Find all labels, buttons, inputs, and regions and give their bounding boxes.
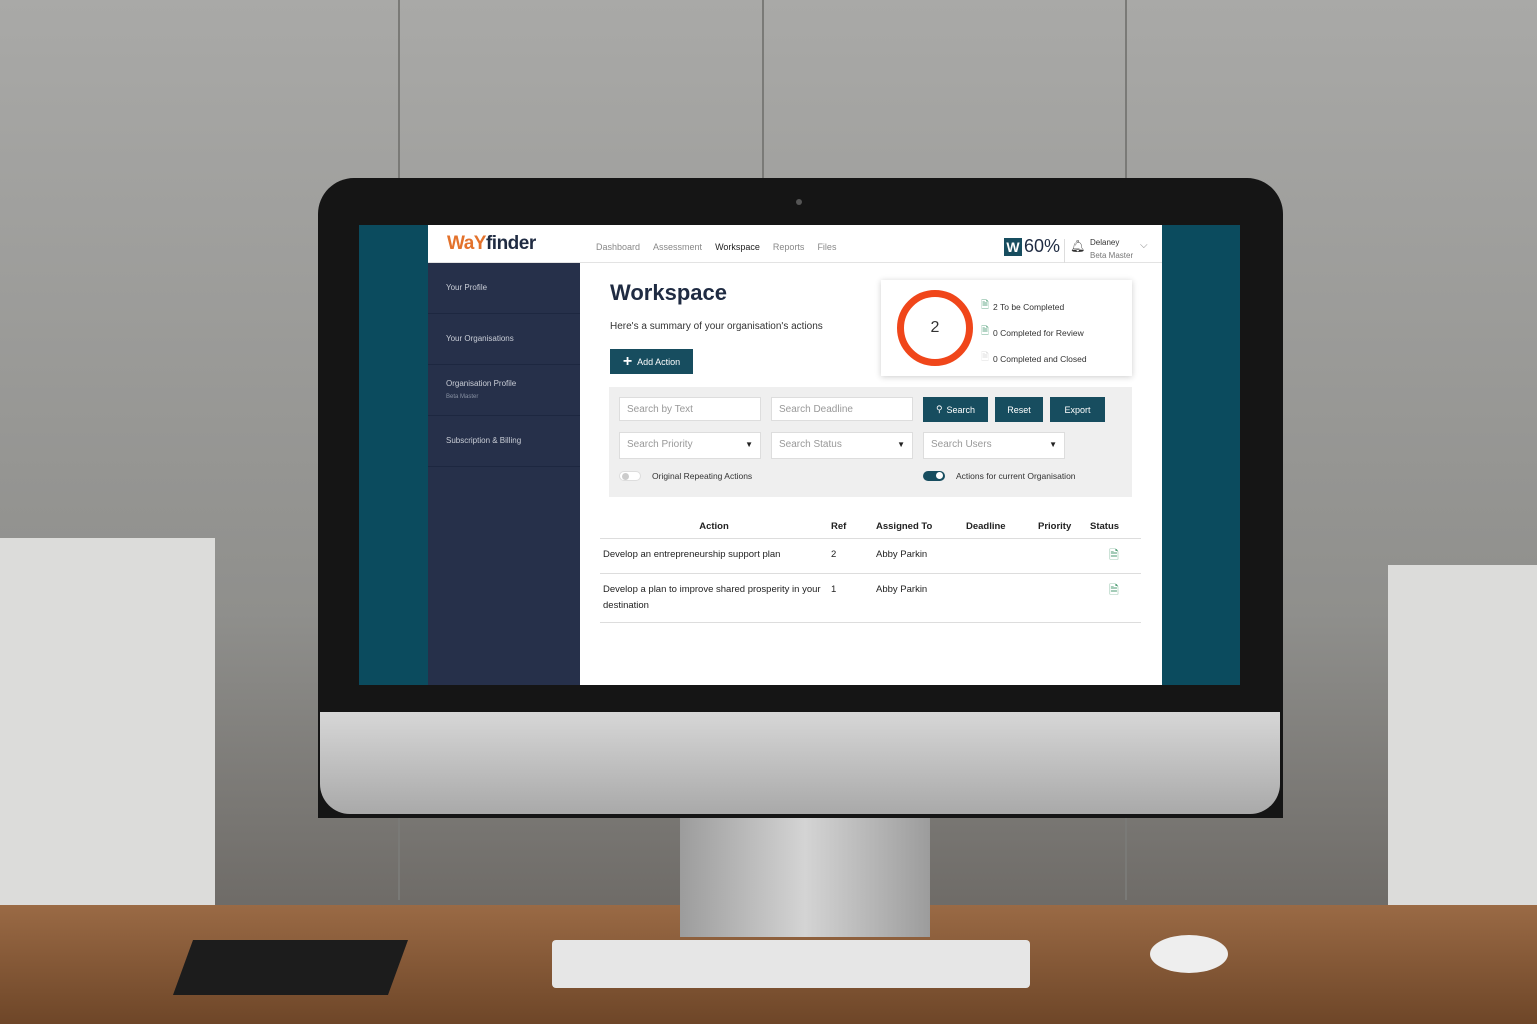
cell-ref: 2 (828, 538, 873, 574)
sidebar-item-profile[interactable]: Your Profile (428, 263, 580, 314)
sidebar-item-label: Your Profile (446, 283, 488, 292)
actions-table: Action Ref Assigned To Deadline Priority… (600, 515, 1141, 623)
toggle-label: Original Repeating Actions (652, 471, 753, 481)
stat-completed-closed: 🗎 0 Completed and Closed (981, 350, 1087, 367)
col-deadline[interactable]: Deadline (963, 515, 1035, 539)
button-label: Search (946, 404, 976, 415)
plus-icon: + (622, 352, 633, 370)
sidebar-item-billing[interactable]: Subscription & Billing (428, 416, 580, 467)
badge-logo: W (1004, 237, 1022, 256)
chevron-down-icon[interactable]: ⌵ (1140, 240, 1148, 251)
stat-to-be-completed: 🗎 2 To be Completed (981, 298, 1064, 315)
bell-icon[interactable]: 🔔︎ (1064, 239, 1085, 263)
status-select[interactable]: Search Status (771, 432, 913, 459)
col-action[interactable]: Action (600, 515, 828, 539)
export-button[interactable]: Export (1050, 397, 1105, 422)
priority-select[interactable]: Search Priority (619, 432, 761, 459)
cell-status: 🗎 (1087, 573, 1141, 623)
col-priority[interactable]: Priority (1035, 515, 1087, 539)
sidebar-item-sub: Beta Master (446, 394, 479, 400)
user-menu[interactable]: Delaney Beta Master (1090, 236, 1133, 262)
nav-files[interactable]: Files (817, 242, 836, 252)
search-deadline-input[interactable]: Search Deadline (771, 397, 913, 421)
nav-dashboard[interactable]: Dashboard (596, 242, 640, 252)
search-button[interactable]: ⚲ Search (923, 397, 988, 422)
page-subtitle: Here's a summary of your organisation's … (610, 321, 823, 332)
button-label: Add Action (637, 356, 681, 367)
cell-assigned: Abby Parkin (873, 538, 963, 574)
document-check-icon: 🗎 (981, 352, 990, 363)
col-assigned[interactable]: Assigned To (873, 515, 963, 539)
user-role: Beta Master (1090, 251, 1134, 260)
file-box (1388, 565, 1537, 940)
cell-deadline (963, 538, 1035, 574)
camera-icon (796, 199, 802, 205)
search-text-input[interactable]: Search by Text (619, 397, 761, 421)
current-organisation-toggle[interactable] (923, 471, 945, 481)
users-select[interactable]: Search Users (923, 432, 1065, 459)
table-row[interactable]: Develop a plan to improve shared prosper… (600, 573, 1141, 623)
stat-label: 0 Completed and Closed (993, 353, 1087, 364)
user-name: Delaney (1090, 238, 1120, 247)
add-action-button[interactable]: + Add Action (610, 349, 693, 374)
score-value: 60% (1024, 236, 1061, 256)
count-ring: 2 (897, 290, 973, 366)
monitor-chin (320, 712, 1280, 814)
nav-reports[interactable]: Reports (773, 242, 805, 252)
cell-assigned: Abby Parkin (873, 573, 963, 623)
main-nav: Dashboard Assessment Workspace Reports F… (596, 242, 836, 252)
to-be-completed-icon[interactable]: 🗎 (1109, 548, 1119, 562)
document-clock-icon: 🗎 (981, 326, 990, 337)
cell-action: Develop a plan to improve shared prosper… (600, 573, 828, 623)
cell-priority (1035, 573, 1087, 623)
page-title: Workspace (610, 280, 727, 305)
table-row[interactable]: Develop an entrepreneurship support plan… (600, 538, 1141, 574)
cell-priority (1035, 538, 1087, 574)
stat-label: 0 Completed for Review (993, 327, 1084, 338)
top-header: WaYfinder Dashboard Assessment Workspace… (428, 225, 1162, 263)
table-header: Action Ref Assigned To Deadline Priority… (600, 515, 1141, 539)
document-bell-icon: 🗎 (981, 300, 990, 311)
stat-completed-review: 🗎 0 Completed for Review (981, 324, 1084, 341)
app-window: WaYfinder Dashboard Assessment Workspace… (428, 225, 1162, 685)
toggle-label: Actions for current Organisation (956, 471, 1076, 481)
nav-workspace[interactable]: Workspace (715, 242, 760, 252)
sidebar: Your Profile Your Organisations Organisa… (428, 263, 580, 685)
sidebar-item-label: Subscription & Billing (446, 436, 522, 445)
file-box (0, 538, 215, 940)
logo[interactable]: WaYfinder (447, 233, 536, 255)
toggle-knob (622, 473, 629, 480)
cell-action: Develop an entrepreneurship support plan (600, 538, 828, 574)
to-be-completed-icon[interactable]: 🗎 (1109, 583, 1119, 597)
logo-text: WaY (447, 233, 486, 254)
nav-assessment[interactable]: Assessment (653, 242, 702, 252)
mouse (1150, 935, 1228, 973)
sidebar-item-organisations[interactable]: Your Organisations (428, 314, 580, 365)
screen: WaYfinder Dashboard Assessment Workspace… (359, 225, 1240, 685)
keyboard (552, 940, 1030, 988)
cell-status: 🗎 (1087, 538, 1141, 574)
sidebar-item-organisation-profile[interactable]: Organisation Profile Beta Master (428, 365, 580, 416)
search-icon: ⚲ (935, 404, 943, 414)
col-ref[interactable]: Ref (828, 515, 873, 539)
notebook (172, 940, 409, 995)
cell-ref: 1 (828, 573, 873, 623)
monitor-stand (680, 812, 930, 937)
col-status[interactable]: Status (1087, 515, 1141, 539)
sidebar-item-label: Organisation Profile (446, 379, 517, 388)
toggle-knob (936, 472, 943, 479)
stat-label: 2 To be Completed (993, 301, 1065, 312)
cell-deadline (963, 573, 1035, 623)
repeating-actions-toggle[interactable] (619, 471, 641, 481)
logo-text: finder (485, 233, 536, 254)
reset-button[interactable]: Reset (995, 397, 1043, 422)
sidebar-item-label: Your Organisations (446, 334, 514, 343)
filter-panel: Search by Text Search Deadline ⚲ Search R… (609, 387, 1132, 497)
summary-card: 2 🗎 2 To be Completed 🗎 0 Completed for Re… (881, 280, 1132, 376)
score-badge[interactable]: W 60% (1004, 236, 1060, 257)
